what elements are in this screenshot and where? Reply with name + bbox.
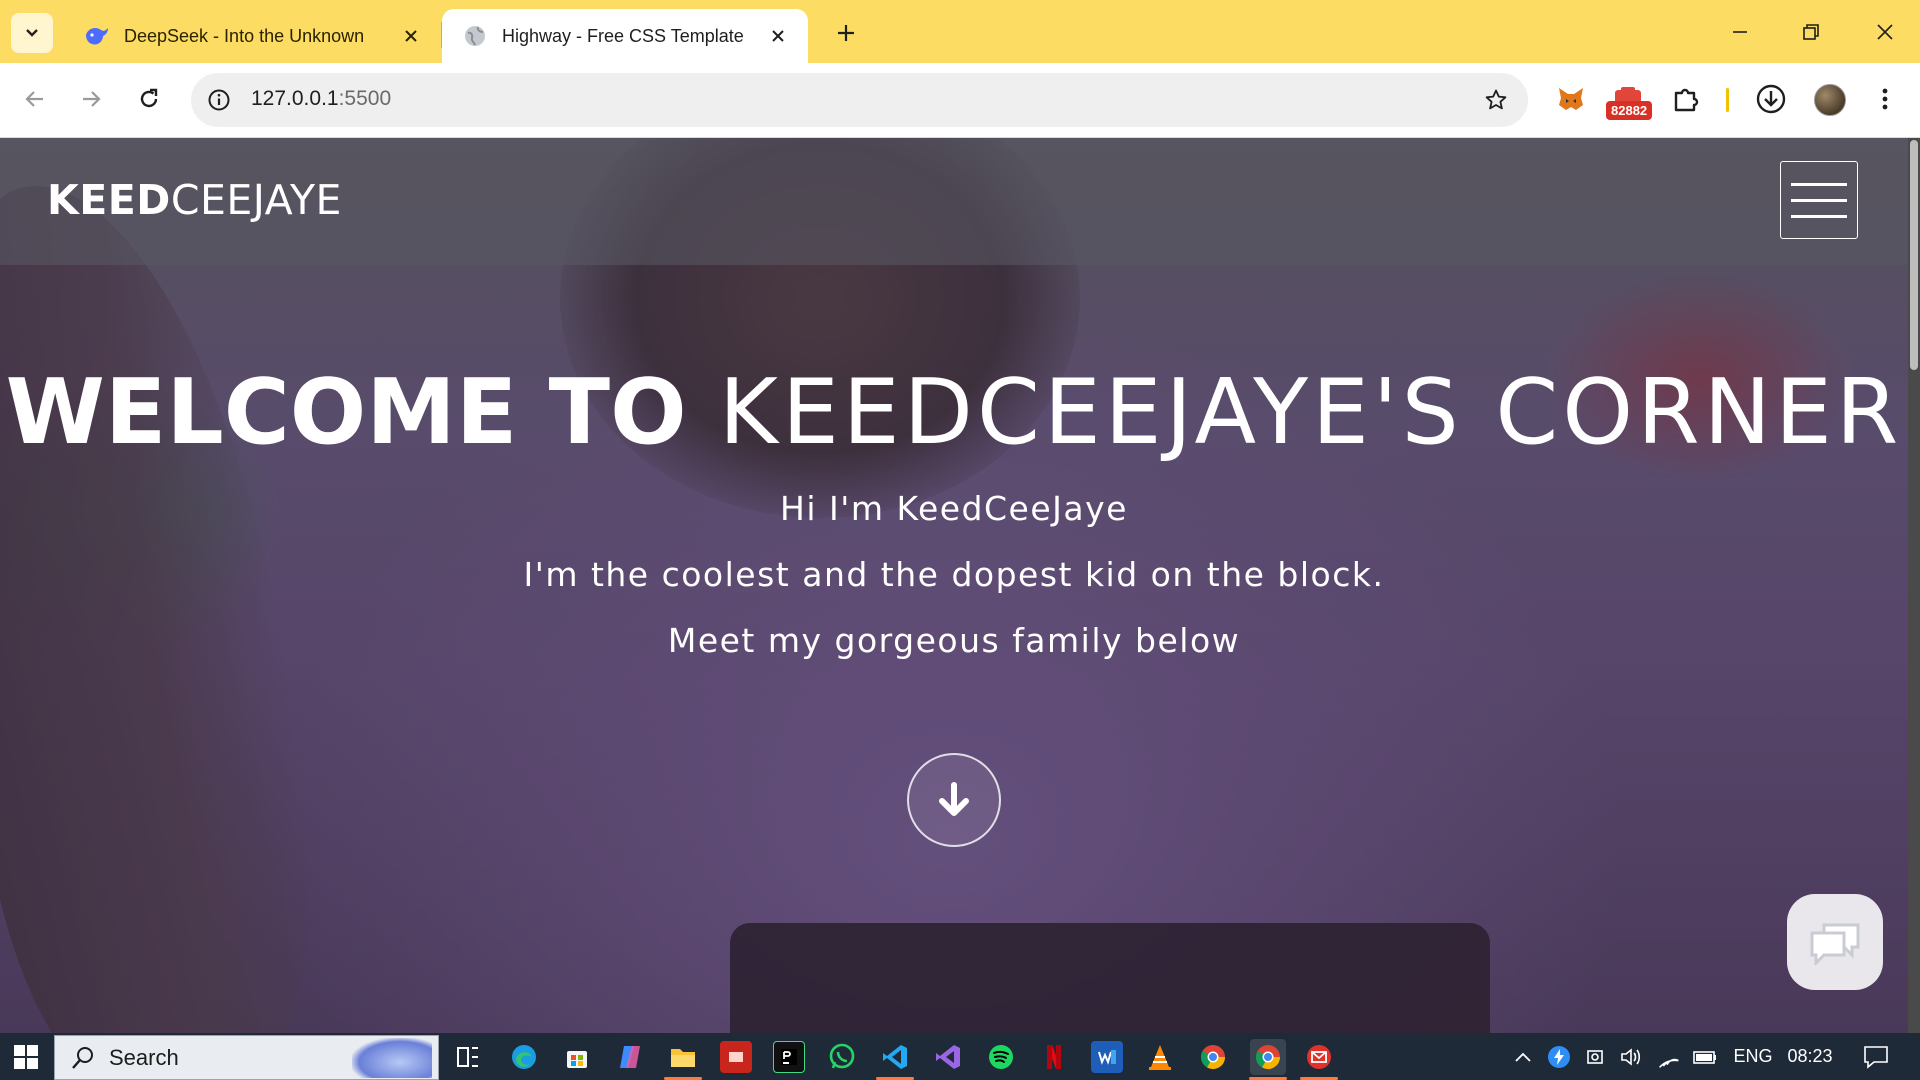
profile-avatar[interactable]	[1814, 84, 1846, 116]
task-view-icon[interactable]	[452, 1041, 484, 1073]
visual-studio-icon[interactable]	[932, 1041, 964, 1073]
tab-strip: DeepSeek - Into the Unknown Highway - Fr…	[0, 0, 1920, 63]
deepseek-whale-icon	[84, 23, 110, 49]
logo-bold-text: KEED	[47, 176, 171, 224]
globe-icon	[462, 23, 488, 49]
arrow-right-icon	[83, 91, 101, 107]
site-info-icon[interactable]	[205, 86, 233, 114]
minimize-button[interactable]	[1710, 8, 1770, 56]
app-red-icon[interactable]	[720, 1041, 752, 1073]
tab-search-button[interactable]	[11, 13, 53, 53]
forward-button[interactable]	[69, 77, 113, 121]
windows-taskbar: Search ENG 08:23	[0, 1033, 1920, 1080]
chrome-active-icon[interactable]	[1250, 1039, 1286, 1075]
minimize-icon	[1733, 31, 1747, 33]
site-logo[interactable]: KEEDCEEJAYE	[47, 176, 342, 224]
hero-line-family: Meet my gorgeous family below	[667, 621, 1241, 660]
hero-title-bold: WELCOME TO	[5, 360, 687, 465]
chat-bubbles-icon	[1810, 923, 1860, 965]
microsoft-store-icon[interactable]	[561, 1041, 593, 1073]
new-tab-button[interactable]	[826, 13, 866, 53]
restore-icon	[1803, 24, 1819, 40]
site-header: KEEDCEEJAYE	[0, 138, 1908, 265]
wifi-icon[interactable]	[1654, 1033, 1684, 1080]
spotify-icon[interactable]	[985, 1041, 1017, 1073]
mail-app-icon[interactable]	[1303, 1041, 1335, 1073]
show-hidden-icons-chevron[interactable]	[1508, 1033, 1538, 1080]
copilot-icon[interactable]	[614, 1041, 646, 1073]
plus-icon	[838, 25, 854, 41]
taskbar-search-box[interactable]: Search	[54, 1035, 439, 1080]
reload-icon	[140, 88, 158, 108]
bookmark-star-icon[interactable]	[1482, 86, 1510, 114]
pycharm-icon[interactable]	[773, 1041, 805, 1073]
power-bolt-icon[interactable]	[1544, 1033, 1574, 1080]
volume-icon[interactable]	[1616, 1033, 1646, 1080]
toolbar-separator	[1726, 88, 1729, 112]
address-bar[interactable]: 127.0.0.1:5500	[191, 73, 1528, 127]
battery-icon[interactable]	[1690, 1033, 1720, 1080]
meet-now-icon[interactable]	[1580, 1033, 1610, 1080]
close-icon	[1877, 24, 1893, 40]
tab-deepseek[interactable]: DeepSeek - Into the Unknown	[64, 9, 441, 63]
arrow-down-icon	[939, 782, 969, 816]
back-button[interactable]	[13, 77, 57, 121]
hamburger-line	[1791, 182, 1847, 186]
close-tab-icon[interactable]	[399, 24, 423, 48]
chat-widget-button[interactable]	[1787, 894, 1883, 990]
hero-line-tagline: I'm the coolest and the dopest kid on th…	[523, 555, 1385, 594]
browser-toolbar: 127.0.0.1:5500 82882	[0, 63, 1920, 138]
tab-title: DeepSeek - Into the Unknown	[124, 25, 365, 46]
hero-line-greeting: Hi I'm KeedCeeJaye	[780, 489, 1128, 528]
page-scrollbar[interactable]	[1908, 138, 1920, 1033]
tab-highway[interactable]: Highway - Free CSS Template	[442, 9, 808, 63]
hero-title: WELCOME TO KEEDCEEJAYE'S CORNER	[0, 360, 1908, 465]
hero-section: KEEDCEEJAYE WELCOME TO KEEDCEEJAYE'S COR…	[0, 138, 1920, 1033]
extension-badge-count: 82882	[1606, 101, 1653, 120]
tab-title: Highway - Free CSS Template	[502, 25, 744, 46]
url-host: 127.0.0.1	[251, 87, 339, 110]
close-window-button[interactable]	[1855, 8, 1915, 56]
windows-logo-icon	[14, 1045, 38, 1069]
hamburger-line	[1791, 198, 1847, 202]
file-explorer-icon[interactable]	[667, 1041, 699, 1073]
whatsapp-icon[interactable]	[826, 1041, 858, 1073]
word-icon[interactable]	[1091, 1041, 1123, 1073]
menu-toggle-button[interactable]	[1780, 161, 1858, 239]
windows-start-button[interactable]	[10, 1041, 42, 1073]
reload-button[interactable]	[127, 77, 171, 121]
vlc-icon[interactable]	[1144, 1041, 1176, 1073]
edge-icon[interactable]	[508, 1041, 540, 1073]
chevron-down-icon	[26, 29, 38, 37]
restore-button[interactable]	[1781, 8, 1841, 56]
url-port: :5500	[338, 87, 392, 110]
extensions-puzzle-icon[interactable]	[1666, 77, 1706, 121]
scroll-down-button[interactable]	[907, 753, 1001, 847]
more-menu-icon[interactable]	[1870, 77, 1900, 121]
url-text[interactable]: 127.0.0.1:5500	[251, 87, 391, 111]
hamburger-line	[1791, 214, 1847, 218]
language-indicator[interactable]: ENG	[1730, 1033, 1776, 1080]
metamask-icon[interactable]	[1552, 77, 1590, 121]
notifications-icon[interactable]	[1856, 1033, 1896, 1080]
logo-light-text: CEEJAYE	[170, 176, 342, 224]
clock-time[interactable]: 08:23	[1782, 1033, 1838, 1080]
search-icon	[72, 1046, 93, 1069]
chrome-icon[interactable]	[1197, 1041, 1229, 1073]
downloads-icon[interactable]	[1750, 77, 1792, 121]
search-label: Search	[109, 1044, 179, 1070]
netflix-icon[interactable]	[1038, 1041, 1070, 1073]
search-highlight-image	[352, 1038, 432, 1078]
arrow-left-icon	[25, 91, 43, 107]
hero-title-light: KEEDCEEJAYE'S CORNER	[718, 360, 1903, 465]
close-tab-icon[interactable]	[766, 24, 790, 48]
vscode-icon[interactable]	[879, 1041, 911, 1073]
scrollbar-thumb[interactable]	[1910, 140, 1918, 370]
